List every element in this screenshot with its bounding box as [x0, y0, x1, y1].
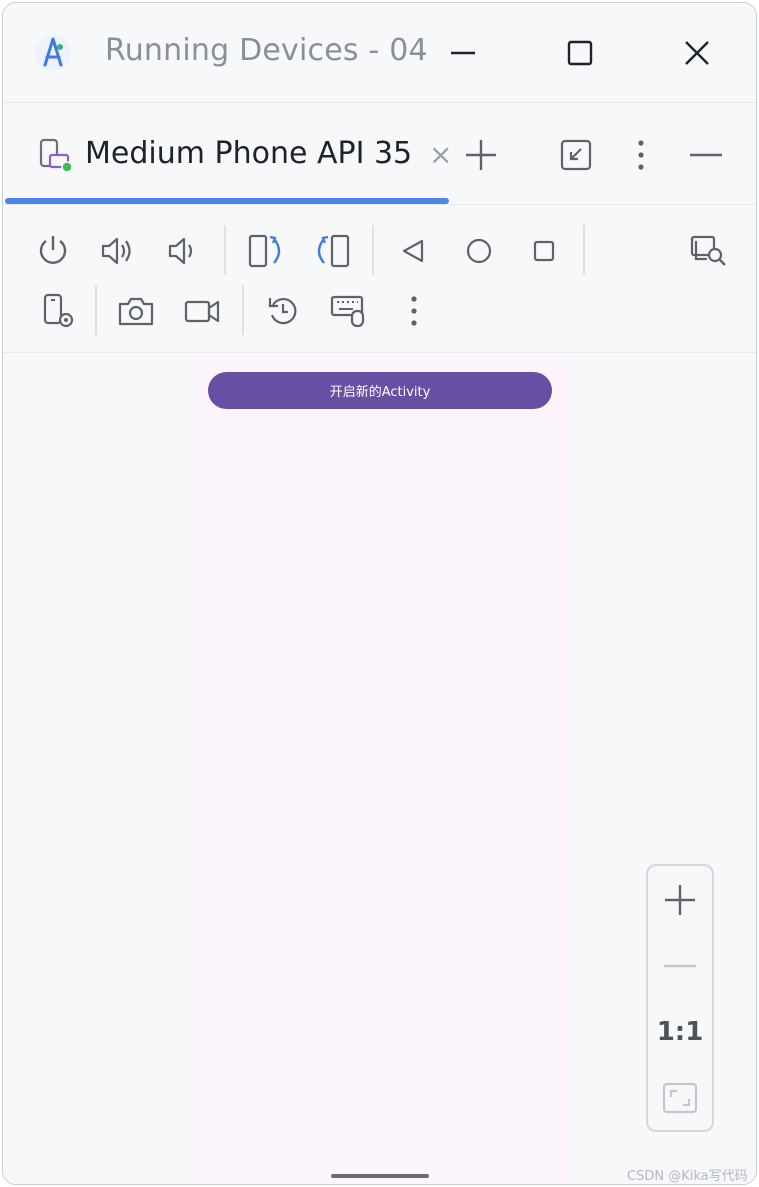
back-triangle-icon: [402, 239, 424, 263]
plus-icon: [665, 885, 695, 915]
watermark: CSDN @Kika写代码: [627, 1169, 748, 1184]
tab-active-indicator: [5, 198, 449, 204]
window-search-icon: [690, 235, 726, 266]
camera-icon: [118, 297, 154, 326]
plus-icon: [466, 140, 496, 170]
tab-medium-phone[interactable]: Medium Phone API 35 ×: [3, 103, 452, 205]
toolbar-more-button[interactable]: [392, 289, 436, 333]
volume-down-icon: [168, 237, 193, 265]
vertical-dots-icon: [411, 296, 417, 326]
overview-square-icon: [533, 240, 555, 262]
zoom-fit-button[interactable]: [658, 1076, 702, 1120]
tab-label: Medium Phone API 35: [85, 136, 413, 171]
android-studio-logo-icon: [33, 33, 73, 73]
zoom-one-to-one-label: 1:1: [656, 1017, 704, 1047]
volume-down-button[interactable]: [161, 229, 205, 273]
zoom-in-button[interactable]: [658, 878, 702, 922]
minimize-window-button[interactable]: [441, 31, 485, 75]
snapshot-restore-button[interactable]: [261, 289, 305, 333]
keyboard-mouse-icon: [330, 295, 365, 328]
overview-button[interactable]: [522, 229, 566, 273]
device-display-area: 开启新的Activity 1:1: [3, 354, 756, 1184]
close-window-button[interactable]: [675, 31, 719, 75]
device-tab-bar: Medium Phone API 35 ×: [3, 103, 756, 205]
extended-controls-button[interactable]: [37, 289, 81, 333]
vertical-dots-icon: [638, 140, 644, 170]
volume-up-icon: [101, 237, 131, 265]
add-device-button[interactable]: [459, 133, 503, 177]
close-icon: [685, 41, 709, 65]
toolbar-separator: [372, 225, 374, 275]
layout-inspector-button[interactable]: [687, 229, 731, 273]
video-camera-icon: [184, 300, 220, 323]
emulator-toolbar: [3, 205, 756, 353]
gesture-navigation-handle[interactable]: [331, 1174, 429, 1178]
minus-icon: [664, 964, 696, 968]
maximize-icon: [567, 40, 593, 66]
zoom-controls: 1:1: [646, 864, 714, 1132]
hide-panel-button[interactable]: [684, 133, 728, 177]
toolbar-separator: [583, 225, 585, 275]
toolbar-separator: [95, 285, 97, 335]
home-button[interactable]: [457, 229, 501, 273]
rotate-left-icon: [248, 234, 281, 268]
rotate-left-button[interactable]: [244, 229, 288, 273]
power-icon: [39, 236, 67, 264]
more-options-button[interactable]: [619, 133, 663, 177]
reset-icon: [268, 298, 297, 325]
screen-record-button[interactable]: [180, 289, 224, 333]
emulator-screen[interactable]: 开启新的Activity: [193, 354, 569, 1184]
window-title: Running Devices - 04: [105, 33, 428, 68]
toolbar-separator: [242, 285, 244, 335]
rotate-right-icon: [317, 234, 350, 268]
zoom-out-button[interactable]: [658, 944, 702, 988]
minimize-icon: [451, 51, 475, 55]
start-new-activity-button[interactable]: 开启新的Activity: [208, 372, 552, 409]
power-button[interactable]: [31, 229, 75, 273]
rotate-right-button[interactable]: [310, 229, 354, 273]
home-circle-icon: [466, 238, 492, 264]
restore-layout-button[interactable]: [554, 133, 598, 177]
maximize-window-button[interactable]: [558, 31, 602, 75]
device-settings-icon: [43, 293, 74, 328]
running-devices-window: Running Devices - 04 Medium Phone API 35…: [2, 2, 757, 1185]
minus-icon: [690, 153, 722, 157]
volume-up-button[interactable]: [96, 229, 140, 273]
fit-screen-icon: [662, 1082, 698, 1114]
collapse-window-icon: [560, 139, 592, 171]
toolbar-separator: [224, 225, 226, 275]
tab-close-button[interactable]: ×: [429, 141, 452, 169]
title-bar: Running Devices - 04: [3, 3, 756, 103]
back-button[interactable]: [391, 229, 435, 273]
keyboard-mouse-button[interactable]: [327, 289, 371, 333]
screenshot-button[interactable]: [114, 289, 158, 333]
device-phone-icon: [37, 137, 77, 177]
zoom-actual-size-button[interactable]: 1:1: [656, 1010, 704, 1054]
